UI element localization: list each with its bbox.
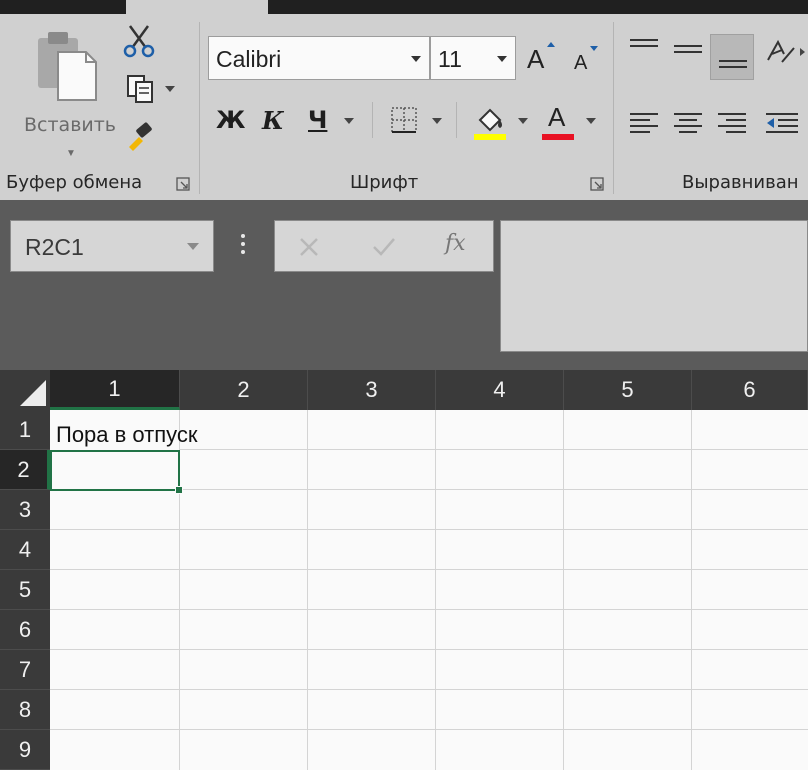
fill-color-icon[interactable] — [472, 102, 508, 142]
font-color-swatch — [542, 134, 574, 140]
align-left-icon[interactable] — [628, 110, 660, 138]
align-bottom-button[interactable] — [710, 34, 754, 80]
row-header-4[interactable]: 4 — [0, 530, 50, 570]
chevron-down-icon[interactable] — [518, 118, 528, 124]
triangle-up-icon — [547, 42, 555, 47]
chevron-down-icon[interactable] — [432, 118, 442, 124]
grow-font-button[interactable]: A — [527, 42, 557, 76]
fill-handle[interactable] — [175, 486, 183, 494]
row-header-6[interactable]: 6 — [0, 610, 50, 650]
chevron-down-icon[interactable] — [497, 56, 507, 62]
paste-button[interactable]: Вставить ▼ — [10, 28, 117, 159]
chevron-down-icon[interactable] — [187, 243, 199, 250]
row-header-9[interactable]: 9 — [0, 730, 50, 770]
insert-function-icon[interactable]: fx — [445, 231, 466, 256]
ribbon-tab-strip — [0, 0, 808, 14]
underline-button[interactable]: Ч — [308, 106, 327, 134]
font-group-label: Шрифт — [350, 172, 419, 193]
triangle-down-icon — [590, 46, 598, 51]
chevron-down-icon[interactable] — [165, 86, 175, 92]
align-bottom-icon — [719, 60, 747, 68]
italic-button[interactable]: К — [262, 106, 284, 135]
brush-icon — [129, 122, 152, 151]
divider — [372, 102, 373, 138]
gridline — [435, 410, 436, 770]
align-middle-icon[interactable] — [672, 36, 704, 64]
font-color-button[interactable]: A — [540, 100, 576, 144]
borders-icon[interactable] — [390, 106, 418, 134]
font-size-value: 11 — [438, 46, 462, 72]
row-header-1[interactable]: 1 — [0, 410, 50, 450]
column-header-2[interactable]: 2 — [180, 370, 308, 410]
gridline — [50, 529, 808, 530]
gridline — [50, 609, 808, 610]
column-header-3[interactable]: 3 — [308, 370, 436, 410]
cell-r1c1[interactable]: Пора в отпуск — [56, 422, 198, 448]
gridline — [50, 569, 808, 570]
clipboard-group-label: Буфер обмена — [6, 172, 143, 193]
gridline — [307, 410, 308, 770]
chevron-down-icon[interactable] — [344, 118, 354, 124]
column-header-4[interactable]: 4 — [436, 370, 564, 410]
shrink-font-button[interactable]: A — [572, 46, 602, 78]
row-header-5[interactable]: 5 — [0, 570, 50, 610]
format-painter-button[interactable] — [120, 118, 158, 156]
copy-icon — [127, 75, 153, 103]
tab-home[interactable] — [126, 0, 268, 14]
column-header-6[interactable]: 6 — [692, 370, 808, 410]
column-header-1[interactable]: 1 — [50, 370, 180, 410]
text-orientation-icon[interactable] — [764, 38, 808, 68]
dialog-launcher-icon[interactable] — [176, 177, 190, 191]
divider — [456, 102, 457, 138]
alignment-group-label: Выравниван — [682, 172, 799, 193]
cut-button[interactable] — [120, 22, 158, 60]
formula-buttons: fx — [274, 220, 494, 272]
name-box[interactable]: R2C1 — [10, 220, 214, 272]
font-color-label: A — [548, 102, 566, 132]
font-name-value: Calibri — [216, 46, 282, 72]
select-all-icon — [20, 380, 46, 406]
align-right-icon[interactable] — [716, 110, 748, 138]
active-cell-r2c1[interactable] — [50, 450, 183, 494]
bold-button[interactable]: Ж — [216, 106, 245, 134]
formula-bar-area: R2C1 fx — [0, 200, 808, 370]
gridline — [180, 449, 808, 450]
enter-icon[interactable] — [371, 235, 397, 259]
row-header-2[interactable]: 2 — [0, 450, 50, 490]
paste-label: Вставить — [24, 114, 117, 136]
gridline — [50, 729, 808, 730]
chevron-down-icon[interactable] — [411, 56, 421, 62]
cancel-icon[interactable] — [297, 235, 321, 259]
group-divider — [199, 22, 200, 194]
align-top-icon[interactable] — [628, 36, 660, 64]
gridline — [50, 689, 808, 690]
font-name-combo[interactable]: Calibri — [208, 36, 430, 80]
column-header-5[interactable]: 5 — [564, 370, 692, 410]
row-header-3[interactable]: 3 — [0, 490, 50, 530]
dialog-launcher-icon[interactable] — [590, 177, 604, 191]
grow-font-label: A — [527, 44, 545, 74]
ribbon: Вставить ▼ Буфер обмена Calibri 11 A A Ж… — [0, 14, 808, 200]
name-box-value: R2C1 — [25, 234, 84, 260]
decrease-indent-icon[interactable] — [764, 110, 804, 138]
formula-input[interactable] — [500, 220, 808, 352]
gridline — [563, 410, 564, 770]
gridline — [691, 410, 692, 770]
shrink-font-label: A — [574, 52, 588, 74]
copy-button[interactable] — [120, 70, 180, 108]
scissors-icon — [123, 25, 155, 58]
font-size-combo[interactable]: 11 — [430, 36, 516, 80]
more-options-icon[interactable] — [240, 234, 246, 258]
paste-icon — [38, 32, 97, 101]
chevron-down-icon[interactable] — [586, 118, 596, 124]
gridline — [50, 649, 808, 650]
row-header-8[interactable]: 8 — [0, 690, 50, 730]
select-all-button[interactable] — [0, 370, 50, 410]
worksheet-grid[interactable]: 1 2 3 4 5 6 1 2 3 4 5 6 7 8 9 Пора в отп… — [0, 370, 808, 770]
chevron-down-icon[interactable]: ▼ — [66, 148, 76, 159]
row-header-7[interactable]: 7 — [0, 650, 50, 690]
align-center-icon[interactable] — [672, 110, 704, 138]
group-divider — [613, 22, 614, 194]
